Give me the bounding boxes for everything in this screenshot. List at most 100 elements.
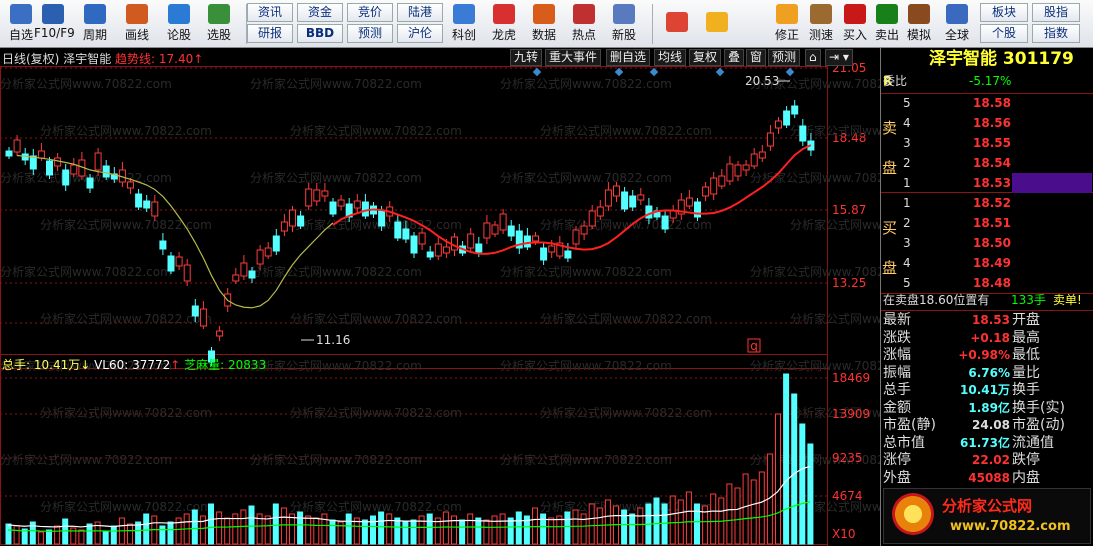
ask-row-1[interactable]: 1 18.53 <box>881 174 1093 193</box>
zhishu-button[interactable]: 指数 <box>1032 24 1080 43</box>
f10-button[interactable]: F10/F9 <box>34 2 75 46</box>
xingu-icon <box>613 4 635 24</box>
kechuang-icon <box>453 4 475 24</box>
lock-icon[interactable]: ⌂ <box>805 49 821 66</box>
candle <box>499 213 507 231</box>
chart-tab-4[interactable]: 复权 <box>689 49 722 66</box>
cesu-button[interactable]: 测速 <box>804 2 838 46</box>
volume-bar <box>167 521 174 545</box>
candle <box>710 177 718 195</box>
xingu-label: 新股 <box>611 28 636 42</box>
period-button[interactable]: 周期 <box>76 2 114 46</box>
moni-label: 模拟 <box>906 28 931 42</box>
ask-row-3[interactable]: 3 18.55 <box>881 134 1093 153</box>
ask-row-5[interactable]: 5 18.58 <box>881 94 1093 113</box>
candle <box>507 225 515 237</box>
candle <box>637 194 645 201</box>
xingu-button[interactable]: 新股 <box>606 2 642 46</box>
redian-button[interactable]: 热点 <box>566 2 602 46</box>
volume-bar <box>410 519 417 545</box>
chart-tab-5[interactable]: 叠 <box>724 49 745 66</box>
longhu-icon <box>493 4 515 24</box>
candle <box>442 246 450 254</box>
volume-bar <box>742 473 749 545</box>
logo-text: 分析家公式网 <box>942 497 1033 515</box>
grid-view-button[interactable] <box>660 2 694 46</box>
buy-icon <box>844 4 866 24</box>
bid-row-1[interactable]: 1 18.52 <box>881 194 1093 213</box>
volume-bar <box>110 525 117 545</box>
event-diamond <box>532 67 542 77</box>
volume-axis-label: 4674 <box>832 489 863 503</box>
chart-tab-7[interactable]: 预测 <box>768 49 801 66</box>
xiuzheng-button[interactable]: 修正 <box>770 2 804 46</box>
longhu-button[interactable]: 龙虎 <box>486 2 522 46</box>
candle <box>718 175 726 187</box>
kechuang-button[interactable]: 科创 <box>446 2 482 46</box>
quanqiu-label: 全球 <box>944 28 969 42</box>
period-label: 日线(复权) <box>2 52 60 66</box>
stat-row-1: 涨跌 +0.18 最高 <box>883 329 1040 346</box>
lungu-button[interactable]: 论股 <box>160 2 198 46</box>
volume-bar <box>37 531 44 545</box>
watermark-text: 分析家公式网www.70822.com <box>790 311 880 326</box>
xuangu-button[interactable]: 选股 <box>200 2 238 46</box>
yanbao-button[interactable]: 研报 <box>247 24 293 43</box>
chart-tab-1[interactable]: 重大事件 <box>545 49 602 66</box>
bankuai-button[interactable]: 板块 <box>980 3 1028 22</box>
bid-row-3[interactable]: 3 18.50 <box>881 234 1093 253</box>
event-diamond <box>785 67 795 77</box>
chart-tab-3[interactable]: 均线 <box>654 49 687 66</box>
candle <box>353 200 361 209</box>
bbd-button[interactable]: BBD <box>297 24 343 43</box>
watermark-text: 分析家公式网www.70822.com <box>500 76 672 91</box>
chart-tab-0[interactable]: 九转 <box>510 49 543 66</box>
candle <box>183 264 191 282</box>
bid-row-4[interactable]: 4 18.49 <box>881 254 1093 273</box>
candle <box>159 240 167 250</box>
kline-chart[interactable]: 21.05 18.48 15.87 13.25 分析家公式网www.70822.com 分… <box>0 48 880 546</box>
longhu-label: 龙虎 <box>491 28 516 42</box>
lugang-button[interactable]: 陆港 <box>397 3 443 22</box>
candle <box>766 132 774 147</box>
volume-bar <box>442 511 449 545</box>
hulun-button[interactable]: 沪伦 <box>397 24 443 43</box>
next-dropdown-icon[interactable]: ⇥ ▾ <box>825 49 853 66</box>
chart-tab-6[interactable]: 窗 <box>746 49 767 66</box>
watermark-text: 分析家公式网www.70822.com <box>250 170 422 185</box>
watermark-text: 分析家公式网www.70822.com <box>250 264 422 279</box>
watermark-text: 分析家公式网www.70822.com <box>290 405 462 420</box>
guzhi-button[interactable]: 股指 <box>1032 3 1080 22</box>
candle <box>629 195 637 208</box>
gegu-button[interactable]: 个股 <box>980 24 1028 43</box>
jingjia-button[interactable]: 竞价 <box>347 3 393 22</box>
candle <box>750 153 758 167</box>
volume-bar <box>272 503 279 545</box>
zixun-button[interactable]: 资讯 <box>247 3 293 22</box>
bid-row-2[interactable]: 2 18.51 <box>881 214 1093 233</box>
shuju-button[interactable]: 数据 <box>526 2 562 46</box>
sell-button[interactable]: 卖出 <box>870 2 904 46</box>
chart-tab-2[interactable]: 删自选 <box>606 49 651 66</box>
candle <box>523 235 531 248</box>
volume-bar <box>402 521 409 545</box>
buy-button[interactable]: 买入 <box>838 2 872 46</box>
volume-bar <box>483 519 490 545</box>
moni-button[interactable]: 模拟 <box>902 2 936 46</box>
quanqiu-button[interactable]: 全球 <box>940 2 974 46</box>
candle <box>580 225 588 235</box>
candle <box>532 235 539 242</box>
draw-line-button[interactable]: 画线 <box>118 2 156 46</box>
chart-title: 日线(复权) 泽宇智能 趋势线: 17.40↑ <box>2 50 203 67</box>
volume-axis-label: 13909 <box>832 407 870 421</box>
zijin-button[interactable]: 资金 <box>297 3 343 22</box>
logo-url: www.70822.com <box>950 519 1071 534</box>
volume-bar <box>475 517 482 545</box>
yuce-button[interactable]: 预测 <box>347 24 393 43</box>
volume-bar <box>313 517 320 545</box>
ask-row-2[interactable]: 2 18.54 <box>881 154 1093 173</box>
back-arrow-button[interactable] <box>700 2 734 46</box>
sell-icon <box>876 4 898 24</box>
ask-row-4[interactable]: 4 18.56 <box>881 114 1093 133</box>
lungu-label: 论股 <box>166 28 191 42</box>
